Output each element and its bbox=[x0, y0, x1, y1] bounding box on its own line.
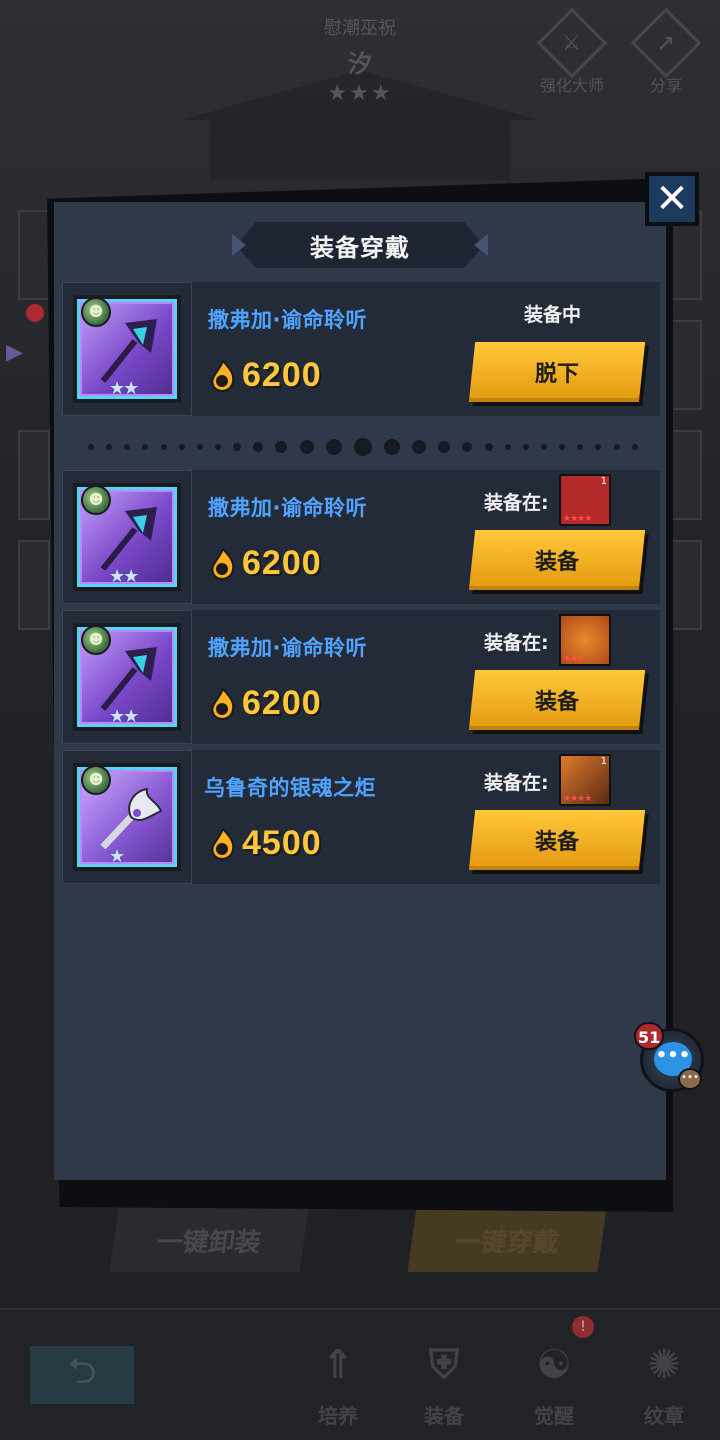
item-name: 撒弗加·谕命聆听 bbox=[208, 636, 367, 660]
item-icon-silver-torch[interactable]: ☻ ★ bbox=[73, 763, 181, 871]
hero-avatar[interactable]: 1 ★★★★ bbox=[559, 474, 611, 526]
item-name: 撒弗加·谕命聆听 bbox=[208, 496, 367, 520]
unequip-button[interactable]: 脱下 bbox=[468, 342, 646, 402]
item-power: 6200 bbox=[208, 356, 322, 395]
equipped-on-label: 装备在: bbox=[484, 772, 549, 794]
hero-stars: ★★★★ bbox=[563, 514, 592, 524]
item-stars: ★★ bbox=[109, 706, 139, 727]
power-flame-icon bbox=[211, 358, 235, 392]
equipped-status: 装备中 bbox=[524, 304, 582, 326]
item-power: 6200 bbox=[208, 544, 322, 583]
power-value: 4500 bbox=[242, 824, 322, 862]
torch-icon bbox=[100, 787, 163, 850]
hero-avatar[interactable]: 1 ★★★★ bbox=[559, 754, 611, 806]
power-value: 6200 bbox=[242, 684, 322, 722]
axe-icon bbox=[100, 319, 157, 383]
chat-mini-icon: ••• bbox=[678, 1068, 702, 1090]
item-icon-dark-axe[interactable]: ☻ ★★ bbox=[73, 623, 181, 731]
equipment-row: ☻ ★★ 撒弗加·谕命聆听 6200 装备在: ★★★ 装备 bbox=[62, 610, 660, 744]
current-equipment-row: ☻ ★★ 撒弗加·谕命聆听 6200 装备中 脱下 bbox=[62, 282, 660, 416]
item-stars: ★★ bbox=[109, 566, 139, 587]
hero-level: 1 bbox=[600, 476, 607, 487]
power-flame-icon bbox=[211, 826, 235, 860]
item-power: 6200 bbox=[208, 684, 322, 723]
equipment-row: ☻ ★★ 撒弗加·谕命聆听 6200 装备在: 1 ★★★★ 装备 bbox=[62, 470, 660, 604]
hero-level: 1 bbox=[600, 756, 607, 767]
hero-stars: ★★★★ bbox=[563, 794, 592, 804]
gem-icon: ☻ bbox=[81, 297, 111, 327]
gem-icon: ☻ bbox=[81, 625, 111, 655]
close-icon: ✕ bbox=[655, 176, 689, 222]
chat-button[interactable]: ••• ••• 51 bbox=[634, 1018, 714, 1104]
item-stars: ★★ bbox=[109, 378, 139, 399]
equip-button[interactable]: 装备 bbox=[468, 530, 646, 590]
item-icon-dark-axe[interactable]: ☻ ★★ bbox=[73, 483, 181, 591]
item-stars: ★ bbox=[109, 846, 125, 867]
hero-avatar[interactable]: ★★★ bbox=[559, 614, 611, 666]
gem-icon: ☻ bbox=[81, 485, 111, 515]
axe-icon bbox=[100, 507, 157, 571]
power-value: 6200 bbox=[242, 544, 322, 582]
item-name: 撒弗加·谕命聆听 bbox=[208, 308, 367, 332]
item-icon-dark-axe[interactable]: ☻ ★★ bbox=[73, 295, 181, 403]
gem-icon: ☻ bbox=[81, 765, 111, 795]
modal-title: 装备穿戴 bbox=[310, 233, 410, 262]
item-name: 乌鲁奇的银魂之炬 bbox=[204, 776, 376, 800]
equip-button[interactable]: 装备 bbox=[468, 670, 646, 730]
power-value: 6200 bbox=[242, 356, 322, 394]
modal-title-bar: 装备穿戴 bbox=[232, 222, 488, 268]
item-power: 4500 bbox=[208, 824, 322, 863]
power-flame-icon bbox=[211, 686, 235, 720]
close-button[interactable]: ✕ bbox=[645, 172, 699, 226]
separator-dots bbox=[88, 436, 638, 458]
hero-stars: ★★★ bbox=[563, 654, 585, 664]
power-flame-icon bbox=[211, 546, 235, 580]
equipped-on-label: 装备在: bbox=[484, 632, 549, 654]
equip-button[interactable]: 装备 bbox=[468, 810, 646, 870]
axe-icon bbox=[100, 647, 157, 711]
chat-count-badge: 51 bbox=[634, 1022, 665, 1050]
equipped-on-label: 装备在: bbox=[484, 492, 549, 514]
equipment-row: ☻ ★ 乌鲁奇的银魂之炬 4500 装备在: 1 ★★★★ 装备 bbox=[62, 750, 660, 884]
